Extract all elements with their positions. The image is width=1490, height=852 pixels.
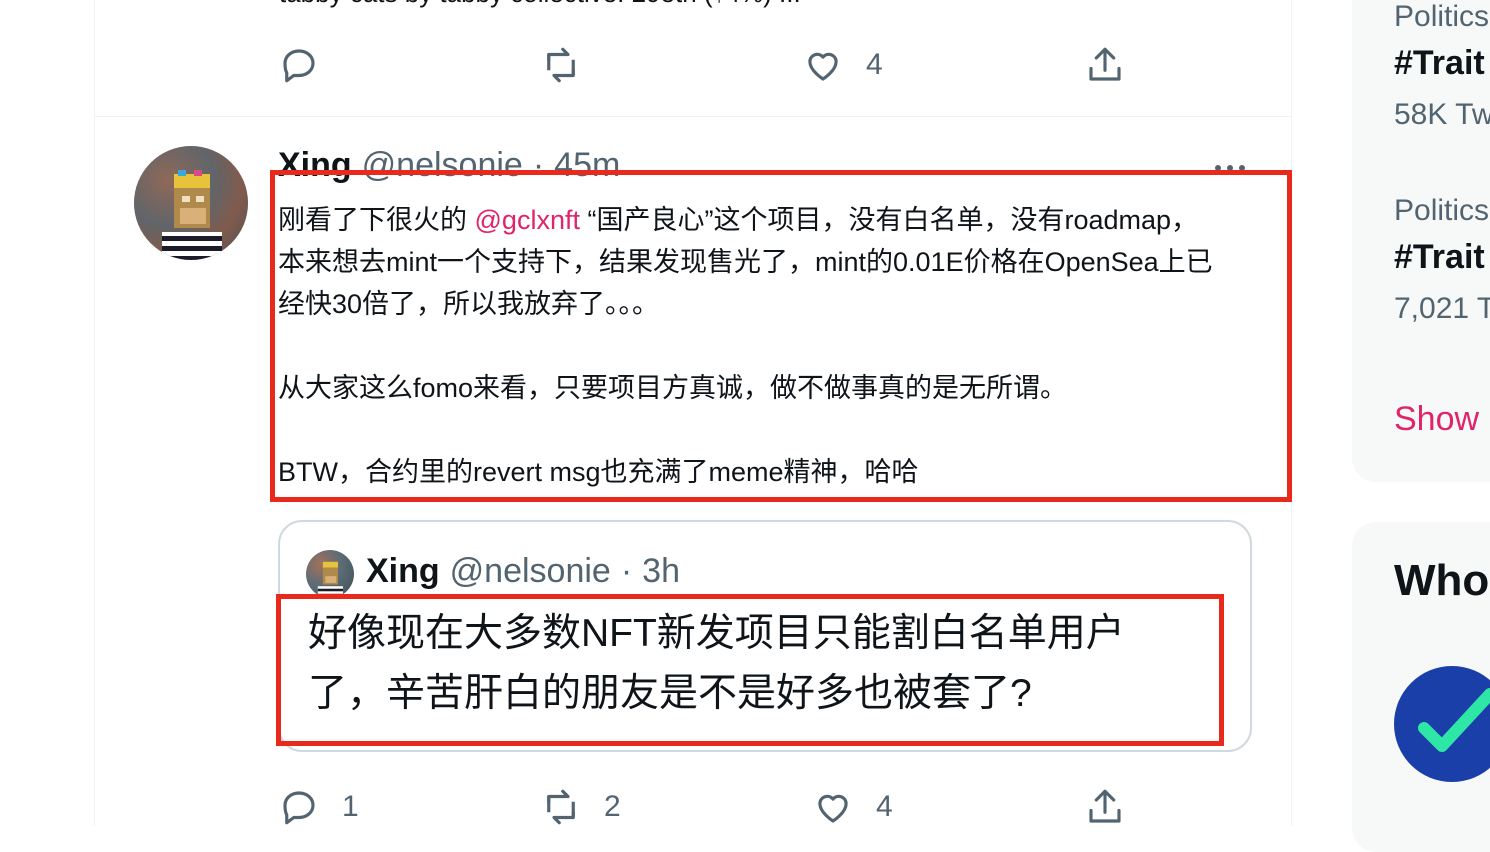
trend-tweet-count: 58K Tw	[1394, 98, 1490, 131]
line-break	[278, 325, 1268, 367]
share-icon	[1089, 789, 1121, 823]
reply-button[interactable]: 1	[278, 786, 359, 828]
trend-category: Politics	[1394, 0, 1490, 33]
reply-icon	[283, 791, 315, 825]
retweet-count: 2	[604, 790, 621, 823]
quoted-timestamp: 3h	[642, 552, 680, 590]
quoted-author-handle: @nelsonie	[449, 552, 611, 590]
quoted-tweet-header: Xing @nelsonie · 3h	[366, 552, 680, 591]
tweet-text-segment: 刚看了下很火的	[278, 205, 475, 235]
trend-category: Politics	[1394, 194, 1490, 227]
retweet-icon	[547, 47, 575, 83]
trend-hashtag[interactable]: #Trait	[1394, 44, 1485, 83]
previous-like-count: 4	[866, 48, 883, 81]
share-icon	[1089, 47, 1121, 81]
line-break	[278, 409, 1268, 451]
retweet-icon	[547, 789, 575, 825]
tweet-line: BTW，合约里的revert msg也充满了meme精神，哈哈	[278, 457, 919, 487]
heart-icon	[808, 52, 838, 81]
previous-tweet-text: tabby cats by tabby collective. 29eth (↑…	[279, 0, 801, 9]
quoted-tweet-body: 好像现在大多数NFT新发项目只能割白名单用户 了，辛苦肝白的朋友是不是好多也被套…	[308, 604, 1208, 724]
previous-like-button[interactable]: 4	[802, 44, 883, 86]
trend-hashtag[interactable]: #Trait	[1394, 238, 1485, 277]
quoted-line: 好像现在大多数NFT新发项目只能割白名单用户	[308, 612, 1125, 655]
tweet-line: 刚看了下很火的 @gclxnft “国产良心”这个项目，没有白名单，没有road…	[278, 199, 1268, 241]
reply-count: 1	[342, 790, 359, 823]
quoted-author-avatar	[306, 550, 354, 598]
separator-dot: ·	[620, 552, 633, 590]
trend-tweet-count: 7,021 T	[1394, 292, 1490, 325]
reply-icon	[283, 49, 315, 83]
tweet-body: 刚看了下很火的 @gclxnft “国产良心”这个项目，没有白名单，没有road…	[278, 199, 1268, 493]
who-to-follow-title: Who	[1394, 556, 1490, 605]
quoted-line: 了，辛苦肝白的朋友是不是好多也被套了?	[308, 672, 1032, 715]
ape-avatar-icon	[134, 146, 248, 260]
previous-reply-button[interactable]	[278, 44, 320, 86]
show-more-link[interactable]: Show	[1394, 400, 1479, 439]
like-button[interactable]: 4	[812, 786, 893, 828]
retweet-button[interactable]: 2	[540, 786, 621, 828]
author-avatar[interactable]	[134, 146, 248, 260]
tweet-line: 经快30倍了，所以我放弃了。。。	[278, 289, 660, 319]
previous-share-button[interactable]	[1084, 44, 1126, 86]
ape-avatar-icon	[317, 561, 344, 598]
heart-icon	[818, 794, 848, 823]
tweet-line: 从大家这么fomo来看，只要项目方真诚，做不做事真的是无所谓。	[278, 373, 1068, 403]
share-button[interactable]	[1084, 786, 1126, 828]
like-count: 4	[876, 790, 893, 823]
tweet-text-segment: “国产良心”这个项目，没有白名单，没有roadmap，	[579, 205, 1199, 235]
previous-retweet-button[interactable]	[540, 44, 582, 86]
mention-link[interactable]: @gclxnft	[475, 205, 580, 235]
tweet-line: 本来想去mint一个支持下，结果发现售光了，mint的0.01E价格在OpenS…	[278, 247, 1213, 277]
quoted-author-name: Xing	[366, 552, 440, 590]
